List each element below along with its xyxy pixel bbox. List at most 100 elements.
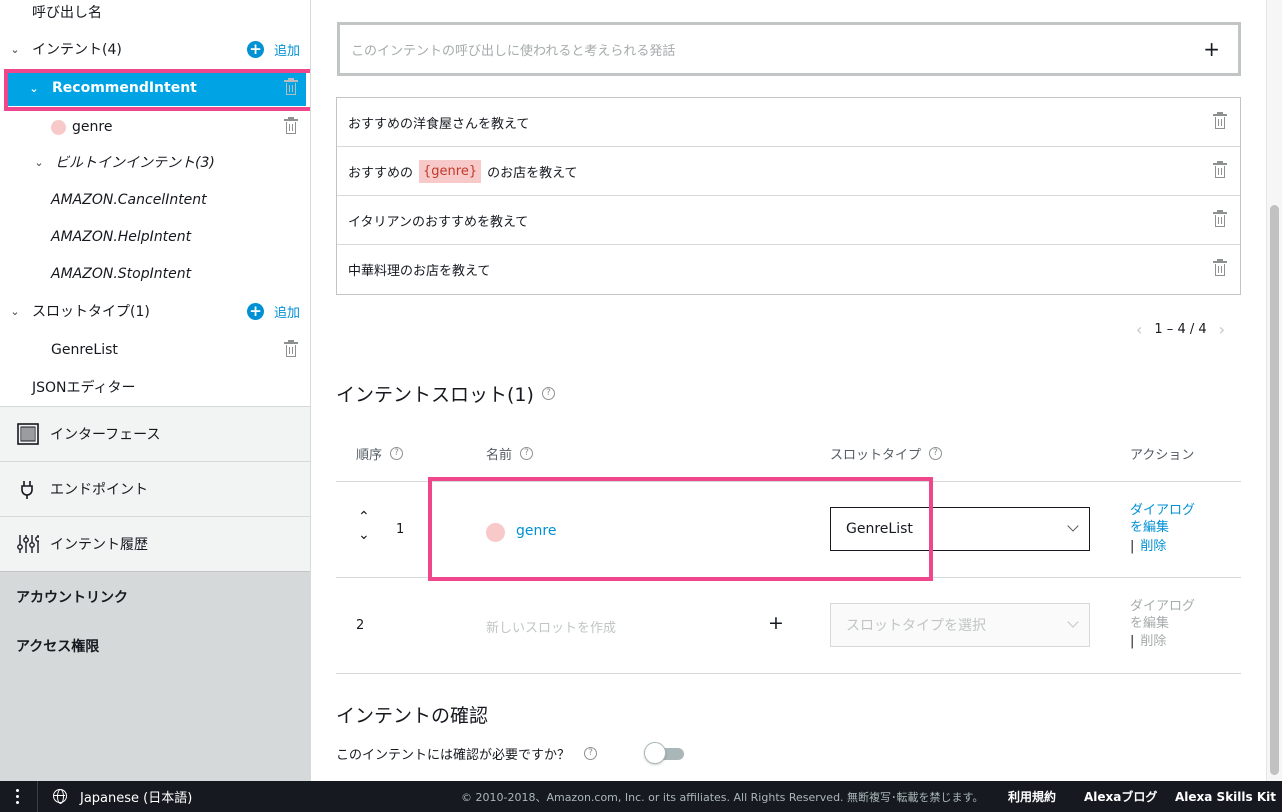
utterance-input[interactable]: このインテントの呼び出しに使われると考えられる発話 + bbox=[337, 22, 1241, 76]
help-icon[interactable]: ? bbox=[584, 747, 598, 760]
list-item[interactable]: おすすめの洋食屋さんを教えて bbox=[337, 98, 1240, 147]
separator: | bbox=[1130, 539, 1135, 554]
sidebar-item-help-intent[interactable]: AMAZON.HelpIntent bbox=[0, 219, 310, 255]
delete-slot-link-disabled: | 削除 bbox=[1130, 633, 1166, 650]
footer: Japanese (日本語) © 2010-2018、Amazon.com, I… bbox=[0, 781, 1282, 812]
trash-icon[interactable] bbox=[1213, 259, 1227, 277]
column-header-name: 名前? bbox=[486, 444, 534, 463]
sidebar-item-label: AMAZON.StopIntent bbox=[51, 266, 192, 282]
sidebar-item-json-editor[interactable]: JSONエディター bbox=[0, 369, 310, 405]
divider bbox=[37, 781, 38, 812]
footer-link-blog[interactable]: Alexaブログ bbox=[1084, 788, 1157, 805]
list-item[interactable]: 中華料理のお店を教えて bbox=[337, 245, 1240, 294]
help-icon[interactable]: ? bbox=[520, 447, 534, 460]
edit-dialog-link-disabled: ダイアログ を編集 bbox=[1130, 598, 1195, 632]
help-icon[interactable]: ? bbox=[929, 447, 943, 460]
chevron-down-icon[interactable]: ⌄ bbox=[8, 305, 22, 318]
trash-icon[interactable] bbox=[1213, 210, 1227, 228]
chevron-down-icon bbox=[1067, 520, 1079, 532]
confirmation-question-text: このインテントには確認が必要ですか？ bbox=[336, 748, 571, 763]
list-item[interactable]: イタリアンのおすすめを教えて bbox=[337, 196, 1240, 245]
nav-label: インテント履歴 bbox=[50, 537, 148, 553]
sidebar-item-label: インテント(4) bbox=[32, 42, 122, 58]
nav-endpoint[interactable]: エンドポイント bbox=[0, 461, 310, 516]
reorder-down-icon[interactable]: ⌄ bbox=[358, 528, 370, 542]
footer-link-ask[interactable]: Alexa Skills Kit bbox=[1175, 790, 1276, 804]
reorder-up-icon[interactable]: ⌃ bbox=[358, 510, 370, 524]
nav-label: インターフェース bbox=[50, 427, 161, 443]
add-intent-button[interactable]: + 追加 bbox=[246, 40, 300, 59]
sidebar-item-label: AMAZON.HelpIntent bbox=[51, 229, 192, 245]
pagination: ‹ 1 – 4 / 4 › bbox=[1124, 320, 1237, 339]
add-slot-icon[interactable]: + bbox=[768, 612, 784, 634]
language-selector[interactable]: Japanese (日本語) bbox=[80, 787, 192, 806]
slot-chip[interactable]: {genre} bbox=[419, 159, 482, 183]
sidebar-item-genrelist[interactable]: GenreList bbox=[0, 332, 310, 368]
edit-dialog-link[interactable]: ダイアログ を編集 bbox=[1130, 502, 1195, 536]
chevron-down-icon[interactable]: ⌄ bbox=[32, 156, 46, 169]
add-utterance-icon[interactable]: + bbox=[1203, 37, 1220, 61]
sidebar-item-builtin[interactable]: ⌄ ビルトインインテント(3) bbox=[0, 144, 310, 180]
highlight-frame bbox=[4, 69, 310, 111]
list-item[interactable]: おすすめの {genre} のお店を教えて bbox=[337, 147, 1240, 196]
utterance-list: おすすめの洋食屋さんを教えて おすすめの {genre} のお店を教えて イタリ… bbox=[336, 97, 1241, 295]
scrollbar[interactable] bbox=[1266, 0, 1282, 781]
chevron-left-icon[interactable]: ‹ bbox=[1136, 320, 1142, 339]
nav-account-link[interactable]: アカウントリンク bbox=[0, 571, 310, 621]
column-header-order: 順序? bbox=[356, 444, 404, 463]
nav-label: アカウントリンク bbox=[16, 589, 128, 606]
nav-label: エンドポイント bbox=[50, 482, 148, 498]
delete-label: 削除 bbox=[1140, 539, 1167, 554]
edit-dialog-label: を編集 bbox=[1130, 616, 1170, 631]
history-sliders-icon bbox=[17, 535, 39, 553]
column-header-label: 順序 bbox=[356, 448, 383, 463]
sidebar-item-invocation[interactable]: 呼び出し名 bbox=[0, 0, 310, 30]
add-label: 追加 bbox=[273, 43, 300, 59]
sidebar-item-label: JSONエディター bbox=[32, 380, 136, 396]
main-content: このインテントの呼び出しに使われると考えられる発話 + おすすめの洋食屋さんを教… bbox=[312, 0, 1266, 781]
sidebar-item-slot-genre[interactable]: genre bbox=[0, 109, 310, 145]
column-header-slot-type: スロットタイプ? bbox=[830, 444, 943, 463]
edit-dialog-label: を編集 bbox=[1130, 520, 1170, 535]
add-label: 追加 bbox=[273, 305, 300, 321]
footer-link-terms[interactable]: 利用規約 bbox=[1008, 788, 1056, 805]
chevron-right-icon[interactable]: › bbox=[1219, 320, 1225, 339]
more-menu-icon[interactable] bbox=[16, 789, 20, 807]
sidebar-item-label: GenreList bbox=[51, 342, 118, 358]
delete-slot-link[interactable]: | 削除 bbox=[1130, 538, 1166, 555]
sidebar: 呼び出し名 ⌄ インテント(4) + 追加 ⌄ RecommendIntent … bbox=[0, 0, 311, 781]
plus-circle-icon: + bbox=[246, 40, 264, 58]
trash-icon[interactable] bbox=[284, 340, 298, 358]
utterance-text: おすすめの bbox=[348, 165, 414, 181]
nav-permissions[interactable]: アクセス権限 bbox=[0, 621, 310, 671]
sidebar-item-slot-types[interactable]: ⌄ スロットタイプ(1) + 追加 bbox=[0, 293, 310, 329]
new-slot-input[interactable]: 新しいスロットを作成 bbox=[486, 617, 616, 636]
trash-icon[interactable] bbox=[1213, 112, 1227, 130]
nav-intent-history[interactable]: インテント履歴 bbox=[0, 516, 310, 571]
pagination-text: 1 – 4 / 4 bbox=[1154, 322, 1207, 337]
sidebar-item-label: AMAZON.CancelIntent bbox=[51, 192, 207, 208]
help-icon[interactable]: ? bbox=[390, 447, 404, 460]
utterance-text: 中華料理のお店を教えて bbox=[348, 264, 491, 279]
sidebar-item-cancel-intent[interactable]: AMAZON.CancelIntent bbox=[0, 182, 310, 218]
section-title-text: インテントスロット(1) bbox=[336, 384, 534, 406]
sidebar-item-label: ビルトインインテント(3) bbox=[55, 155, 215, 171]
delete-label: 削除 bbox=[1140, 634, 1167, 649]
sidebar-filler bbox=[0, 671, 310, 781]
nav-interface[interactable]: インターフェース bbox=[0, 406, 310, 461]
scrollbar-thumb[interactable] bbox=[1270, 205, 1279, 775]
sidebar-item-intents[interactable]: ⌄ インテント(4) + 追加 bbox=[0, 31, 310, 67]
add-slot-type-button[interactable]: + 追加 bbox=[246, 302, 300, 321]
help-icon[interactable]: ? bbox=[541, 387, 555, 400]
utterance-input-placeholder: このインテントの呼び出しに使われると考えられる発話 bbox=[351, 43, 676, 59]
confirmation-toggle[interactable] bbox=[644, 741, 686, 765]
interface-grid-icon bbox=[17, 423, 39, 445]
trash-icon[interactable] bbox=[1213, 161, 1227, 179]
copyright-text: © 2010-2018、Amazon.com, Inc. or its affi… bbox=[461, 790, 984, 804]
chevron-down-icon[interactable]: ⌄ bbox=[8, 43, 22, 56]
trash-icon[interactable] bbox=[284, 117, 298, 135]
slot-order: 1 bbox=[396, 522, 405, 537]
slot-dot-icon bbox=[51, 119, 66, 135]
sidebar-item-stop-intent[interactable]: AMAZON.StopIntent bbox=[0, 256, 310, 292]
chevron-down-icon bbox=[1067, 616, 1079, 628]
